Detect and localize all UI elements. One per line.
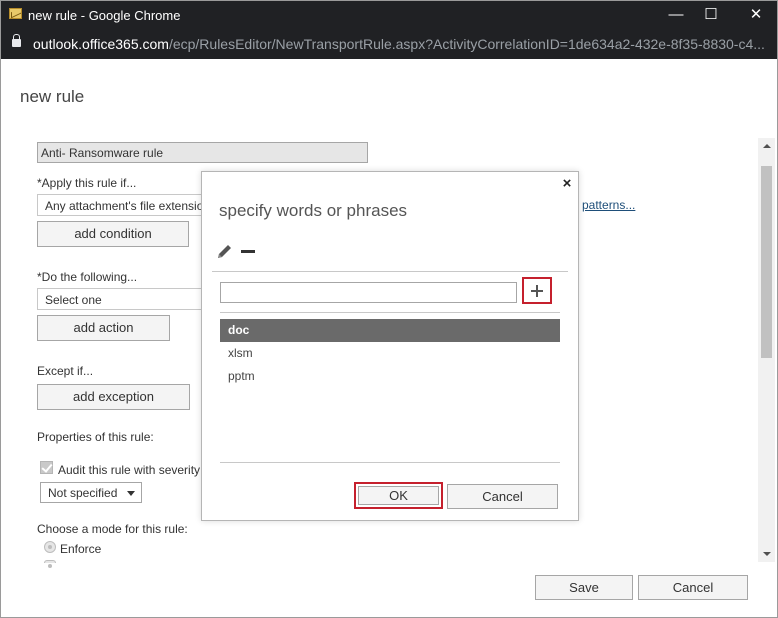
window-title: new rule - Google Chrome <box>28 8 181 23</box>
footer-divider <box>220 462 560 463</box>
patterns-link[interactable]: patterns... <box>582 198 635 212</box>
list-item[interactable]: doc <box>220 319 560 342</box>
page-title: new rule <box>20 87 85 106</box>
url-path: /ecp/RulesEditor/NewTransportRule.aspx?A… <box>168 36 765 52</box>
address-bar[interactable]: outlook.office365.com/ecp/RulesEditor/Ne… <box>1 31 777 59</box>
title-bar: new rule - Google Chrome — ☐ ✕ <box>1 1 777 31</box>
add-action-button[interactable]: add action <box>37 315 170 341</box>
dialog-cancel-button[interactable]: Cancel <box>447 484 558 509</box>
plus-icon-vertical <box>536 285 538 297</box>
word-list: doc xlsm pptm <box>220 319 560 388</box>
minus-icon[interactable] <box>241 250 255 253</box>
action-select[interactable]: Select one <box>37 288 207 310</box>
add-word-button[interactable] <box>522 277 552 304</box>
enforce-label: Enforce <box>60 542 102 556</box>
add-exception-button[interactable]: add exception <box>37 384 190 410</box>
lock-icon <box>12 34 21 47</box>
except-if-label: Except if... <box>37 364 94 378</box>
page-scrollbar[interactable] <box>758 138 775 562</box>
input-divider <box>220 312 560 313</box>
properties-label: Properties of this rule: <box>37 430 154 444</box>
ok-button-label: OK <box>358 486 439 505</box>
minimize-button[interactable]: — <box>665 5 687 25</box>
test-mode-radio[interactable] <box>44 560 56 568</box>
close-icon[interactable]: × <box>560 176 574 191</box>
scroll-up-arrow-icon[interactable] <box>758 138 775 155</box>
mail-icon <box>9 8 22 19</box>
toolbar-divider <box>212 271 568 272</box>
audit-checkbox[interactable] <box>40 461 53 474</box>
chevron-down-icon <box>127 491 135 496</box>
apply-rule-label: *Apply this rule if... <box>37 176 137 190</box>
audit-label: Audit this rule with severity <box>58 463 201 477</box>
save-button[interactable]: Save <box>535 575 633 600</box>
add-condition-button[interactable]: add condition <box>37 221 189 247</box>
list-item[interactable]: xlsm <box>220 342 560 365</box>
words-dialog: × specify words or phrases doc xlsm pptm… <box>201 171 579 521</box>
close-window-button[interactable]: ✕ <box>745 5 767 25</box>
scroll-down-arrow-icon[interactable] <box>758 545 775 562</box>
severity-dropdown[interactable]: Not specified <box>40 482 142 503</box>
enforce-radio[interactable] <box>44 541 56 553</box>
ok-button[interactable]: OK <box>354 482 443 509</box>
browser-window: new rule - Google Chrome — ☐ ✕ outlook.o… <box>0 0 778 618</box>
do-following-label: *Do the following... <box>37 270 138 284</box>
word-input[interactable] <box>220 282 517 303</box>
pencil-icon[interactable] <box>216 242 234 260</box>
severity-value: Not specified <box>48 486 118 500</box>
rule-name-field[interactable]: Anti- Ransomware rule <box>37 142 368 163</box>
url-host: outlook.office365.com <box>33 36 169 52</box>
mode-label: Choose a mode for this rule: <box>37 522 188 536</box>
apply-condition-select[interactable]: Any attachment's file extensio <box>37 194 207 216</box>
url-text[interactable]: outlook.office365.com/ecp/RulesEditor/Ne… <box>33 36 768 52</box>
scroll-thumb[interactable] <box>761 166 772 358</box>
dialog-title: specify words or phrases <box>219 201 408 220</box>
list-item[interactable]: pptm <box>220 365 560 388</box>
cancel-button[interactable]: Cancel <box>638 575 748 600</box>
maximize-button[interactable]: ☐ <box>700 5 722 25</box>
